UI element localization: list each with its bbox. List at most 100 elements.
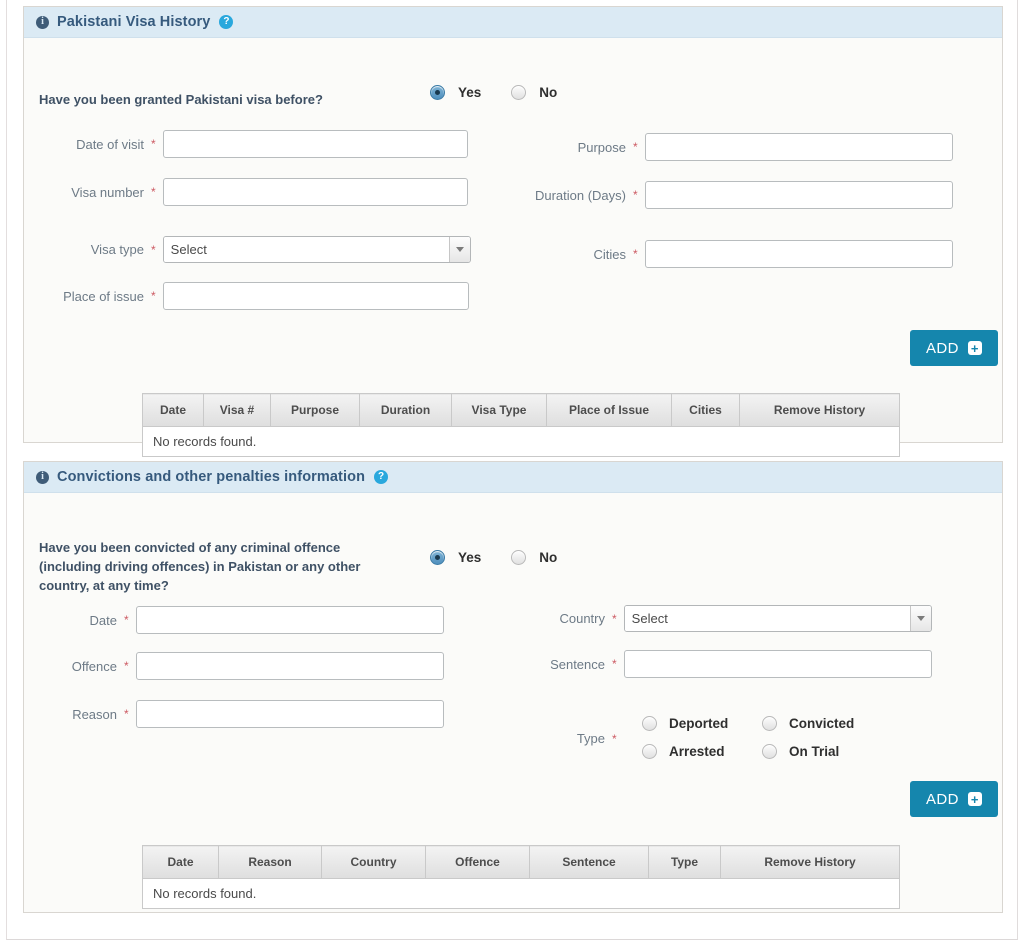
duration-days-input[interactable] bbox=[645, 181, 953, 209]
table-header-cell: Cities bbox=[672, 394, 740, 427]
type-convicted-label: Convicted bbox=[789, 716, 854, 731]
country-select-value: Select bbox=[625, 606, 910, 631]
table-header-row: Date Visa # Purpose Duration Visa Type P… bbox=[143, 394, 900, 427]
visa-type-select-value: Select bbox=[164, 237, 449, 262]
panel-visa-history: i Pakistani Visa History ? Have you been… bbox=[23, 6, 1003, 443]
radio-group-visa-granted: Yes No bbox=[430, 85, 557, 100]
place-of-issue-input[interactable] bbox=[163, 282, 469, 310]
table-header-cell: Offence bbox=[426, 846, 530, 879]
panel-title: Convictions and other penalties informat… bbox=[57, 469, 365, 485]
question-convictions: Have you been convicted of any criminal … bbox=[39, 538, 397, 595]
panel-header-convictions: i Convictions and other penalties inform… bbox=[24, 462, 1002, 493]
radio-no-label: No bbox=[539, 550, 557, 565]
table-header-row: Date Reason Country Offence Sentence Typ… bbox=[143, 846, 900, 879]
field-cities: Cities * bbox=[514, 240, 953, 268]
table-header-cell: Remove History bbox=[740, 394, 900, 427]
field-label: Visa number bbox=[39, 185, 144, 200]
table-header-cell: Purpose bbox=[271, 394, 360, 427]
field-visa-type: Visa type * Select bbox=[39, 236, 471, 263]
radio-group-convicted: Yes No bbox=[430, 550, 557, 565]
visa-type-select[interactable]: Select bbox=[163, 236, 471, 263]
type-arrested-dot[interactable] bbox=[642, 744, 657, 759]
field-place-of-issue: Place of issue * bbox=[39, 282, 469, 310]
required-marker: * bbox=[633, 141, 638, 153]
field-conviction-date: Date * bbox=[39, 606, 444, 634]
field-offence: Offence * bbox=[39, 652, 444, 680]
table-header-cell: Reason bbox=[219, 846, 322, 879]
type-option-arrested[interactable]: Arrested bbox=[642, 744, 762, 759]
field-date-of-visit: Date of visit * bbox=[39, 130, 468, 158]
date-of-visit-input[interactable] bbox=[163, 130, 468, 158]
radio-no-dot[interactable] bbox=[511, 85, 526, 100]
purpose-input[interactable] bbox=[645, 133, 953, 161]
add-conviction-button[interactable]: ADD + bbox=[910, 781, 998, 817]
chevron-down-icon[interactable] bbox=[910, 606, 931, 631]
add-visa-history-button[interactable]: ADD + bbox=[910, 330, 998, 366]
radio-option-no[interactable]: No bbox=[511, 550, 557, 565]
type-radio-group: Deported Convicted Arrested bbox=[642, 716, 854, 759]
field-reason: Reason * bbox=[39, 700, 444, 728]
table-header-cell: Visa Type bbox=[452, 394, 547, 427]
panel-convictions: i Convictions and other penalties inform… bbox=[23, 461, 1003, 913]
cities-input[interactable] bbox=[645, 240, 953, 268]
type-option-deported[interactable]: Deported bbox=[642, 716, 762, 731]
info-icon: i bbox=[36, 16, 49, 29]
type-on-trial-dot[interactable] bbox=[762, 744, 777, 759]
type-deported-label: Deported bbox=[669, 716, 728, 731]
field-type-label: Type * bbox=[529, 731, 624, 746]
type-radio-row: Deported Convicted bbox=[642, 716, 854, 731]
type-option-on-trial[interactable]: On Trial bbox=[762, 744, 839, 759]
table-header-cell: Place of Issue bbox=[547, 394, 672, 427]
required-marker: * bbox=[124, 660, 129, 672]
table-empty-row: No records found. bbox=[143, 427, 900, 457]
type-deported-dot[interactable] bbox=[642, 716, 657, 731]
field-country: Country * Select bbox=[529, 605, 932, 632]
type-option-convicted[interactable]: Convicted bbox=[762, 716, 854, 731]
field-label: Duration (Days) bbox=[514, 188, 626, 203]
panel-title: Pakistani Visa History bbox=[57, 14, 210, 30]
table-header-cell: Country bbox=[322, 846, 426, 879]
country-select[interactable]: Select bbox=[624, 605, 932, 632]
radio-option-no[interactable]: No bbox=[511, 85, 557, 100]
field-label: Place of issue bbox=[39, 289, 144, 304]
field-label: Visa type bbox=[39, 242, 144, 257]
radio-yes-label: Yes bbox=[458, 85, 481, 100]
sentence-input[interactable] bbox=[624, 650, 932, 678]
field-label: Reason bbox=[39, 707, 117, 722]
help-icon[interactable]: ? bbox=[374, 470, 388, 484]
field-label: Type bbox=[529, 731, 605, 746]
reason-input[interactable] bbox=[136, 700, 444, 728]
required-marker: * bbox=[151, 186, 156, 198]
required-marker: * bbox=[151, 138, 156, 150]
field-label: Offence bbox=[39, 659, 117, 674]
table-header-cell: Remove History bbox=[721, 846, 900, 879]
visa-number-input[interactable] bbox=[163, 178, 468, 206]
type-convicted-dot[interactable] bbox=[762, 716, 777, 731]
panel-header-visa-history: i Pakistani Visa History ? bbox=[24, 7, 1002, 38]
required-marker: * bbox=[151, 244, 156, 256]
help-icon[interactable]: ? bbox=[219, 15, 233, 29]
radio-yes-dot[interactable] bbox=[430, 85, 445, 100]
question-visa-history: Have you been granted Pakistani visa bef… bbox=[39, 90, 439, 109]
panel-body-visa-history: Have you been granted Pakistani visa bef… bbox=[24, 38, 1002, 443]
field-duration-days: Duration (Days) * bbox=[514, 181, 953, 209]
visa-history-table: Date Visa # Purpose Duration Visa Type P… bbox=[142, 393, 900, 457]
radio-yes-label: Yes bbox=[458, 550, 481, 565]
offence-input[interactable] bbox=[136, 652, 444, 680]
radio-option-yes[interactable]: Yes bbox=[430, 85, 481, 100]
radio-yes-dot[interactable] bbox=[430, 550, 445, 565]
table-header-cell: Type bbox=[649, 846, 721, 879]
conviction-date-input[interactable] bbox=[136, 606, 444, 634]
field-label: Date of visit bbox=[39, 137, 144, 152]
radio-option-yes[interactable]: Yes bbox=[430, 550, 481, 565]
field-sentence: Sentence * bbox=[529, 650, 932, 678]
required-marker: * bbox=[124, 614, 129, 626]
required-marker: * bbox=[612, 613, 617, 625]
table-empty-message: No records found. bbox=[143, 879, 900, 909]
chevron-down-icon[interactable] bbox=[449, 237, 470, 262]
panel-body-convictions: Have you been convicted of any criminal … bbox=[24, 493, 1002, 913]
radio-no-dot[interactable] bbox=[511, 550, 526, 565]
required-marker: * bbox=[151, 290, 156, 302]
page-root: i Pakistani Visa History ? Have you been… bbox=[0, 0, 1024, 947]
required-marker: * bbox=[633, 248, 638, 260]
